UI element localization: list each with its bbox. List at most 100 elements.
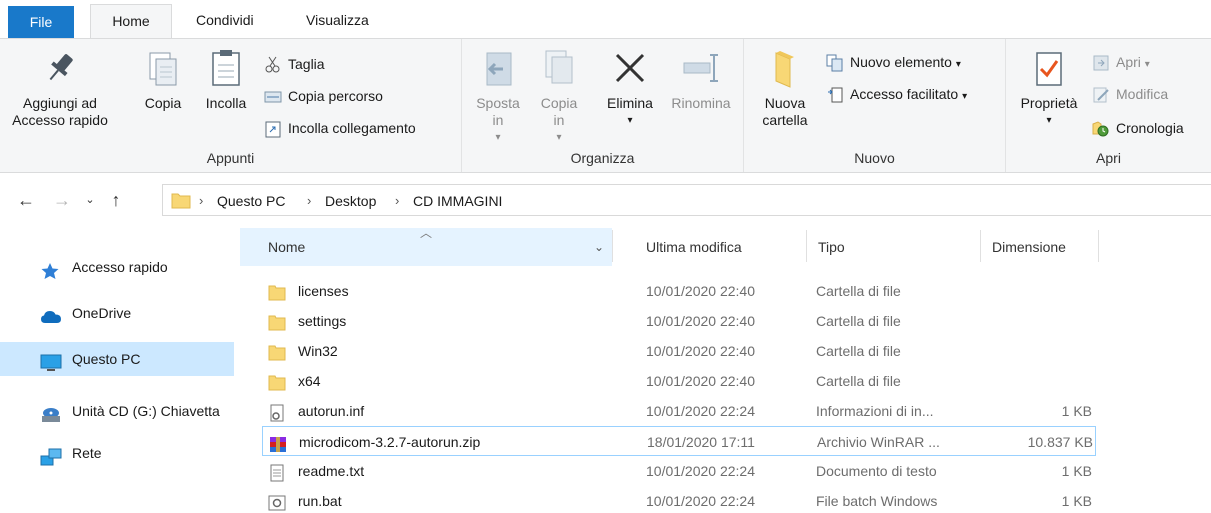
nav-item-cd-drive[interactable]: Unità CD (G:) Chiavetta: [0, 394, 234, 428]
file-row[interactable]: autorun.inf 10/01/2020 22:24 Informazioni …: [262, 396, 1096, 426]
open-button[interactable]: Apri ▾: [1090, 51, 1150, 73]
file-size: 10.837 KB: [1027, 434, 1093, 450]
breadcrumb-desktop[interactable]: Desktop: [325, 191, 376, 211]
navigation-pane: Accesso rapido OneDrive Questo PC Unità …: [0, 222, 240, 513]
folder-icon: [268, 372, 286, 391]
address-bar[interactable]: › Questo PC › Desktop › CD IMMAGINI: [162, 184, 1211, 216]
column-header-name[interactable]: ︿ Nome ⌄: [240, 226, 612, 266]
column-header-name-label: Nome: [268, 239, 306, 255]
file-row[interactable]: run.bat 10/01/2020 22:24 File batch Window…: [262, 486, 1096, 513]
move-to-button[interactable]: Sposta in ▾: [470, 47, 526, 146]
network-icon: [40, 444, 62, 466]
delete-button[interactable]: Elimina ▾: [600, 47, 660, 129]
cut-button[interactable]: Taglia: [262, 53, 325, 75]
pin-quick-access-button[interactable]: Aggiungi ad Accesso rapido: [8, 47, 112, 129]
tab-view[interactable]: Visualizza: [290, 4, 385, 38]
file-row[interactable]: readme.txt 10/01/2020 22:24 Documento di t…: [262, 456, 1096, 486]
edit-button[interactable]: Modifica: [1090, 83, 1168, 105]
nav-item-quick-access[interactable]: Accesso rapido: [0, 250, 234, 284]
ribbon-tabs: File Home Condividi Visualizza: [0, 0, 1211, 38]
file-date: 10/01/2020 22:24: [646, 403, 755, 419]
new-item-button[interactable]: Nuovo elemento ▾: [824, 51, 961, 73]
column-divider[interactable]: [612, 230, 613, 262]
file-row[interactable]: Win32 10/01/2020 22:40 Cartella di file: [262, 336, 1096, 366]
copy-button[interactable]: Copia: [140, 47, 186, 112]
cloud-icon: [40, 304, 61, 323]
tab-file[interactable]: File: [8, 6, 74, 38]
nav-item-label: Questo PC: [72, 351, 141, 367]
forward-arrow-icon[interactable]: →: [52, 190, 72, 210]
winrar-archive-icon: [269, 433, 287, 452]
file-name: settings: [298, 313, 347, 329]
file-name: autorun.inf: [298, 403, 365, 419]
copy-icon: [142, 47, 184, 89]
column-header-size[interactable]: Dimensione: [992, 228, 1066, 266]
breadcrumb-separator-icon[interactable]: ›: [395, 191, 399, 211]
breadcrumb-separator-icon[interactable]: ›: [199, 191, 203, 211]
group-new: Nuova cartella Nuovo elemento ▾ Accesso …: [744, 39, 1006, 172]
file-row[interactable]: x64 10/01/2020 22:40 Cartella di file: [262, 366, 1096, 396]
file-name: readme.txt: [298, 463, 365, 479]
breadcrumb-this-pc[interactable]: Questo PC: [217, 191, 285, 211]
star-icon: [40, 258, 60, 279]
column-header-type-label: Tipo: [818, 239, 845, 255]
breadcrumb-cd-immagini[interactable]: CD IMMAGINI: [413, 191, 502, 211]
group-organize: Sposta in ▾ Copia in ▾ Elimina ▾ Rinomin…: [462, 39, 744, 172]
new-folder-button[interactable]: Nuova cartella: [752, 47, 818, 129]
properties-button[interactable]: Proprietà ▾: [1012, 47, 1086, 129]
back-arrow-icon[interactable]: ←: [16, 190, 36, 210]
file-row[interactable]: licenses 10/01/2020 22:40 Cartella di file: [262, 276, 1096, 306]
file-row[interactable]: settings 10/01/2020 22:40 Cartella di file: [262, 306, 1096, 336]
easy-access-label: Accesso facilitato: [850, 86, 959, 102]
paste-button[interactable]: Incolla: [198, 47, 254, 112]
file-type: Cartella di file: [816, 283, 901, 299]
tab-home[interactable]: Home: [90, 4, 172, 38]
tab-share[interactable]: Condividi: [180, 4, 270, 38]
copy-path-button[interactable]: Copia percorso: [262, 85, 383, 107]
text-file-icon: [268, 462, 286, 482]
rename-icon: [680, 47, 722, 89]
easy-access-dropdown-icon: ▾: [962, 91, 968, 102]
new-item-label: Nuovo elemento: [850, 54, 952, 70]
up-arrow-icon[interactable]: ↑: [106, 190, 126, 210]
column-divider[interactable]: [1098, 230, 1099, 262]
paste-shortcut-button[interactable]: Incolla collegamento: [262, 117, 416, 139]
properties-label: Proprietà: [1020, 95, 1078, 111]
file-name: Win32: [298, 343, 338, 359]
group-clipboard: Aggiungi ad Accesso rapido Copia Incolla…: [0, 39, 462, 172]
copy-path-label: Copia percorso: [288, 88, 383, 104]
sort-ascending-icon: ︿: [420, 226, 433, 240]
new-folder-label: Nuova cartella: [762, 95, 808, 128]
nav-item-onedrive[interactable]: OneDrive: [0, 296, 234, 330]
file-date: 10/01/2020 22:24: [646, 493, 755, 509]
rename-button[interactable]: Rinomina: [664, 47, 738, 112]
column-divider[interactable]: [980, 230, 981, 262]
breadcrumb-separator-icon[interactable]: ›: [307, 191, 311, 211]
properties-check-icon: [1028, 47, 1070, 89]
file-type: Cartella di file: [816, 373, 901, 389]
nav-item-label: Accesso rapido: [72, 259, 168, 275]
recent-locations-chevron-icon[interactable]: ⌄: [80, 190, 100, 210]
column-header-date[interactable]: Ultima modifica: [646, 228, 742, 266]
copy-to-button[interactable]: Copia in ▾: [534, 47, 584, 146]
file-type: Archivio WinRAR ...: [817, 434, 940, 450]
delete-dropdown-chevron-icon: ▾: [627, 115, 633, 126]
nav-item-this-pc[interactable]: Questo PC: [0, 342, 234, 376]
column-filter-chevron-icon[interactable]: ⌄: [594, 228, 604, 266]
history-button[interactable]: Cronologia: [1090, 117, 1184, 139]
file-type: Cartella di file: [816, 343, 901, 359]
delete-label: Elimina: [607, 95, 653, 111]
nav-item-network[interactable]: Rete: [0, 436, 234, 470]
settings-file-icon: [268, 402, 286, 422]
file-size: 1 KB: [1061, 463, 1092, 479]
file-name: microdicom-3.2.7-autorun.zip: [299, 434, 481, 450]
nav-item-label: Rete: [72, 445, 102, 461]
column-header-date-label: Ultima modifica: [646, 239, 742, 255]
column-header-type[interactable]: Tipo: [818, 228, 845, 266]
file-row[interactable]: microdicom-3.2.7-autorun.zip 18/01/2020 1…: [262, 426, 1096, 456]
easy-access-button[interactable]: Accesso facilitato ▾: [824, 83, 967, 105]
file-type: Cartella di file: [816, 313, 901, 329]
file-type: Informazioni di in...: [816, 403, 934, 419]
move-to-icon: [477, 47, 519, 89]
column-divider[interactable]: [806, 230, 807, 262]
